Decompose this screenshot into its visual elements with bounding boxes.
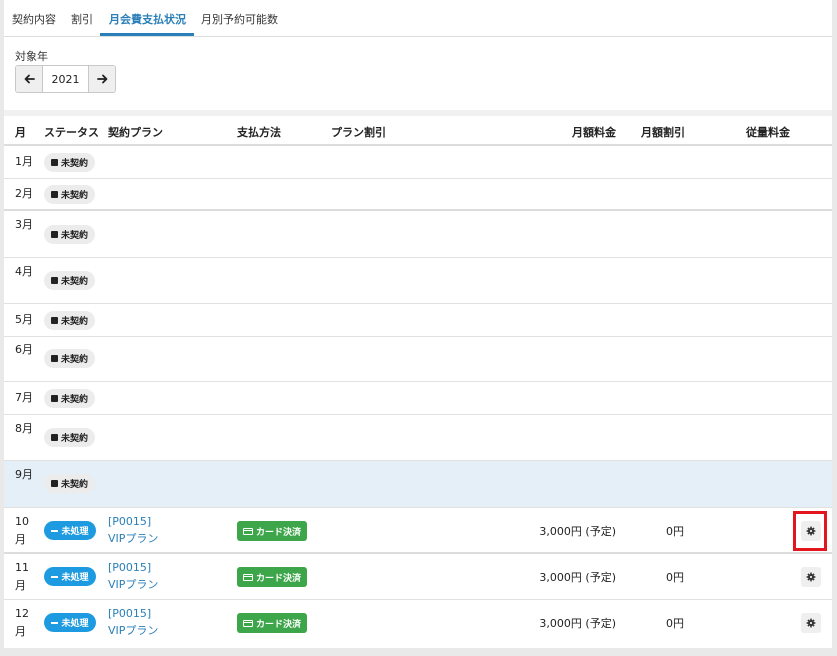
status-badge: 未契約 — [44, 225, 96, 244]
status-badge: 未契約 — [44, 185, 96, 204]
monthly-discount: 0円 — [666, 525, 684, 538]
payment-method-badge: カード決済 — [237, 521, 307, 541]
square-icon — [51, 191, 58, 198]
row-month: 5月 — [15, 313, 33, 326]
row-month: 12月 — [15, 607, 29, 638]
row-month: 2月 — [15, 187, 33, 200]
table-row: 9月 未契約 — [4, 461, 832, 508]
year-value: 2021 — [43, 66, 88, 92]
highlight-box — [793, 511, 827, 551]
gear-icon — [806, 618, 816, 628]
square-icon — [51, 434, 58, 441]
row-month: 8月 — [15, 422, 33, 435]
square-icon — [51, 355, 58, 362]
year-label: 対象年 — [15, 50, 48, 63]
row-month: 7月 — [15, 391, 33, 404]
tab-discount[interactable]: 割引 — [71, 11, 93, 27]
monthly-discount: 0円 — [666, 617, 684, 630]
header-monthly-fee: 月額料金 — [572, 126, 616, 139]
table-row: 7月 未契約 — [4, 382, 832, 415]
square-icon — [51, 480, 58, 487]
row-month: 6月 — [15, 343, 33, 356]
prev-year-button[interactable] — [16, 66, 43, 92]
row-settings-button[interactable] — [801, 613, 821, 633]
plan-link[interactable]: [P0015] VIPプラン — [108, 605, 158, 639]
status-badge: 未処理 — [44, 521, 96, 540]
status-badge: 未契約 — [44, 389, 96, 408]
payment-method-badge: カード決済 — [237, 567, 307, 587]
header-usage-fee: 従量料金 — [746, 126, 790, 139]
credit-card-icon — [242, 527, 253, 535]
status-badge: 未契約 — [44, 474, 96, 493]
status-badge: 未処理 — [44, 613, 96, 632]
header-month: 月 — [15, 126, 26, 139]
monthly-fee: 3,000円 (予定) — [539, 617, 616, 630]
row-settings-button[interactable] — [801, 567, 821, 587]
table-row: 8月 未契約 — [4, 415, 832, 461]
tab-bar: 契約内容 割引 月会費支払状況 月別予約可能数 — [4, 0, 832, 37]
year-selector: 2021 — [15, 65, 116, 93]
status-badge: 未契約 — [44, 311, 96, 330]
table-row: 12月 未処理 [P0015] VIPプラン カード決済 3,000円 (予定) … — [4, 600, 832, 647]
square-icon — [51, 317, 58, 324]
row-month: 9月 — [15, 468, 33, 481]
tab-monthly-reservation[interactable]: 月別予約可能数 — [201, 11, 278, 27]
minus-icon — [51, 529, 59, 532]
gear-icon — [806, 572, 816, 582]
table-row: 3月 未契約 — [4, 211, 832, 258]
square-icon — [51, 159, 58, 166]
minus-icon — [51, 575, 59, 578]
next-year-button[interactable] — [88, 66, 115, 92]
arrow-right-icon — [96, 74, 107, 84]
tab-contract[interactable]: 契約内容 — [12, 11, 56, 27]
status-badge: 未契約 — [44, 271, 96, 290]
header-monthly-discount: 月額割引 — [641, 126, 685, 139]
table-row: 2月 未契約 — [4, 179, 832, 211]
table-row: 4月 未契約 — [4, 258, 832, 304]
credit-card-icon — [242, 573, 253, 581]
table-row: 1月 未契約 — [4, 146, 832, 179]
section-divider — [4, 110, 832, 116]
header-plan: 契約プラン — [108, 126, 163, 139]
header-status: ステータス — [44, 126, 99, 139]
active-tab-indicator — [100, 33, 194, 36]
plan-link[interactable]: [P0015] VIPプラン — [108, 513, 158, 547]
square-icon — [51, 395, 58, 402]
panel: 契約内容 割引 月会費支払状況 月別予約可能数 対象年 2021 月 ステータス… — [4, 0, 832, 648]
monthly-discount: 0円 — [666, 571, 684, 584]
plan-link[interactable]: [P0015] VIPプラン — [108, 559, 158, 593]
square-icon — [51, 231, 58, 238]
minus-icon — [51, 621, 59, 624]
row-month: 4月 — [15, 265, 33, 278]
header-plan-discount: プラン割引 — [331, 126, 386, 139]
tab-monthly-payment[interactable]: 月会費支払状況 — [109, 11, 186, 27]
table-row: 6月 未契約 — [4, 337, 832, 382]
status-badge: 未契約 — [44, 349, 96, 368]
header-payment: 支払方法 — [237, 126, 281, 139]
monthly-fee: 3,000円 (予定) — [539, 525, 616, 538]
row-month: 10月 — [15, 515, 29, 546]
monthly-fee: 3,000円 (予定) — [539, 571, 616, 584]
square-icon — [51, 277, 58, 284]
row-month: 3月 — [15, 218, 33, 231]
status-badge: 未処理 — [44, 567, 96, 586]
row-month: 1月 — [15, 155, 33, 168]
table-row: 11月 未処理 [P0015] VIPプラン カード決済 3,000円 (予定) … — [4, 554, 832, 600]
status-badge: 未契約 — [44, 428, 96, 447]
status-badge: 未契約 — [44, 153, 96, 172]
row-month: 11月 — [15, 561, 29, 592]
table-row: 10月 未処理 [P0015] VIPプラン カード決済 3,000円 (予定) … — [4, 508, 832, 554]
table-row: 5月 未契約 — [4, 304, 832, 337]
credit-card-icon — [242, 619, 253, 627]
arrow-left-icon — [24, 74, 35, 84]
payment-method-badge: カード決済 — [237, 613, 307, 633]
